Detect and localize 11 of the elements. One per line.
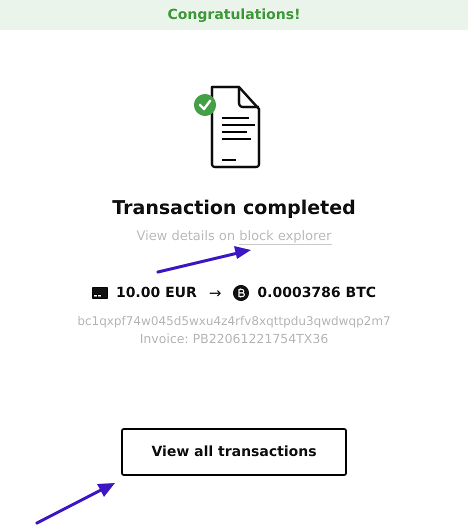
fiat-amount: 10.00 EUR	[116, 285, 197, 301]
view-all-transactions-button[interactable]: View all transactions	[121, 428, 347, 476]
congratulations-banner: Congratulations!	[0, 0, 468, 30]
arrow-text: →	[208, 284, 222, 302]
wallet-address: bc1qxpf74w045d5wxu4z4rfv8xqttpdu3qwdwqp2m7	[77, 313, 391, 330]
crypto-amount: 0.0003786 BTC	[257, 285, 376, 301]
status-title: Transaction completed	[112, 197, 356, 219]
card-icon	[92, 287, 108, 299]
invoice-number: Invoice: PB22061221754TX36	[140, 330, 328, 348]
bitcoin-icon	[233, 285, 250, 301]
details-text: View details on	[136, 229, 236, 244]
